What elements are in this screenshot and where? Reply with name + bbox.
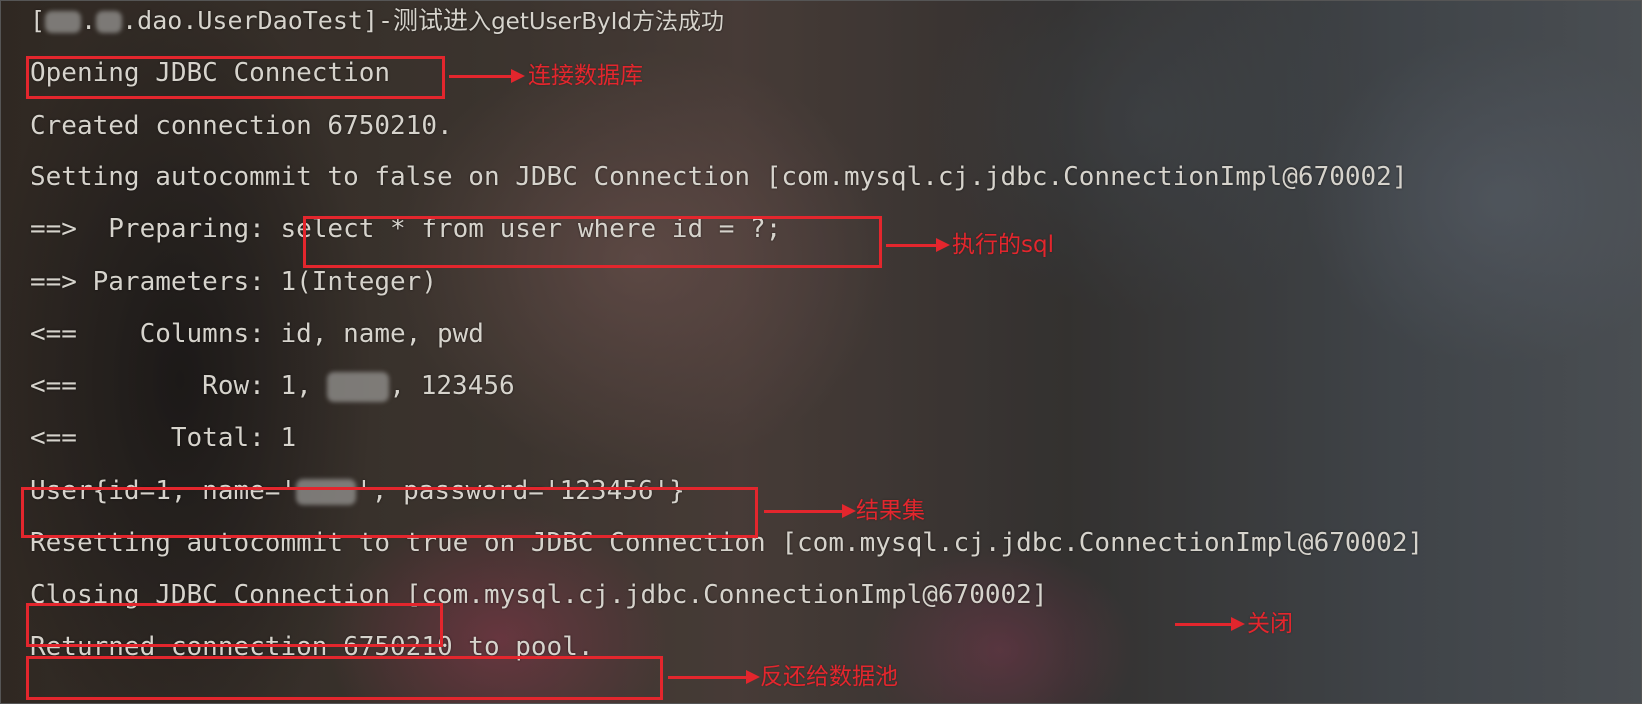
preparing-prefix: ==> Preparing:: [30, 214, 281, 244]
log-line-parameters: ==> Parameters: 1(Integer): [30, 267, 437, 297]
arrow-executed-sql: [886, 238, 950, 252]
highlight-box-closing: [26, 603, 443, 647]
log-line-row: <== Row: 1, , 123456: [30, 369, 515, 403]
annotation-executed-sql: 执行的sql: [952, 232, 1054, 258]
log-line-total: <== Total: 1: [30, 423, 297, 453]
highlight-box-user: [21, 487, 758, 538]
highlight-box-opening: [26, 56, 445, 99]
closing-suffix: [com.mysql.cj.jdbc.ConnectionImpl@670002…: [390, 580, 1048, 610]
redacted-package-2: [96, 11, 123, 33]
header-dot: .: [81, 6, 97, 35]
highlight-box-returned: [26, 656, 663, 700]
annotation-connect-db: 连接数据库: [528, 63, 643, 89]
arrow-return-pool: [668, 670, 760, 684]
highlight-box-sql: [303, 216, 882, 268]
redacted-name-row: [327, 371, 390, 402]
log-line-created: Created connection 6750210.: [30, 111, 453, 141]
annotation-return-pool: 反还给数据池: [760, 664, 898, 690]
row-prefix: <== Row: 1,: [30, 371, 328, 401]
header-method: 入getUserById方法成功: [468, 9, 725, 35]
arrow-connect-db: [449, 69, 525, 83]
console-output: [. .dao.UserDaoTest]-测试进入getUserById方法成功 …: [0, 0, 1642, 704]
log-line-autocommit-false: Setting autocommit to false on JDBC Conn…: [30, 162, 1408, 192]
row-suffix: , 123456: [389, 371, 515, 401]
header-class: .dao.UserDaoTest]-测试进: [122, 6, 469, 35]
log-line-header: [. .dao.UserDaoTest]-测试进入getUserById方法成功: [30, 4, 724, 39]
annotation-close: 关闭: [1247, 611, 1293, 637]
arrow-close: [1175, 617, 1245, 631]
header-prefix: [: [30, 6, 46, 35]
annotation-result-set: 结果集: [856, 498, 925, 524]
redacted-package-1: [45, 11, 82, 33]
log-line-columns: <== Columns: id, name, pwd: [30, 319, 484, 349]
arrow-result-set: [764, 504, 856, 518]
